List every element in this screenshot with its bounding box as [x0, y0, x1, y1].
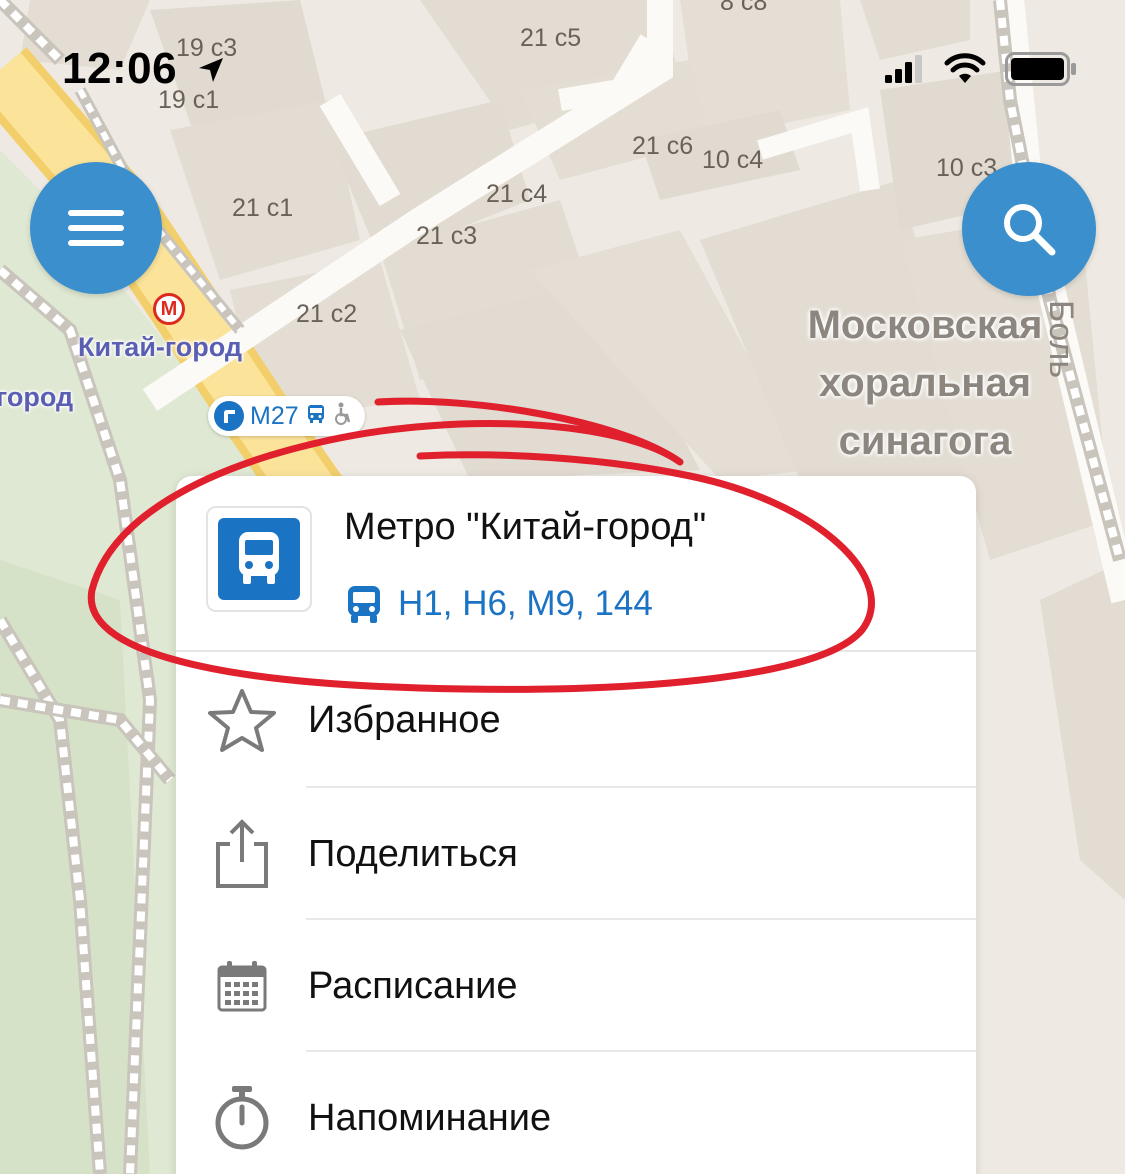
status-bar: 12:06	[0, 0, 1125, 140]
stop-routes: Н1, Н6, М9, 144	[346, 584, 653, 624]
stop-header[interactable]: Метро "Китай-город" Н1, Н6, М9, 144	[176, 476, 976, 652]
cellular-signal-icon	[885, 55, 922, 83]
metro-station-label[interactable]: Китай-город	[78, 332, 242, 363]
search-icon	[1004, 204, 1056, 256]
metro-icon[interactable]: М	[153, 293, 185, 325]
menu-item-label: Избранное	[308, 699, 501, 741]
menu-item-schedule[interactable]: Расписание	[176, 920, 976, 1052]
map-stop-chip[interactable]: М27	[208, 396, 365, 436]
building-label: 21 с2	[296, 300, 358, 328]
poi-line: хоральная	[818, 361, 1032, 405]
bus-stop-icon	[218, 518, 300, 600]
route-direction-icon	[214, 401, 244, 431]
stop-action-sheet: Метро "Китай-город" Н1, Н6, М9, 144 Избр…	[176, 476, 976, 1174]
hamburger-icon	[68, 201, 124, 255]
menu-item-label: Напоминание	[308, 1097, 552, 1139]
building-label: 21 с3	[416, 222, 478, 250]
street-label: Боль	[1042, 300, 1080, 379]
bus-icon	[305, 403, 327, 430]
menu-item-favorites[interactable]: Избранное	[176, 654, 976, 786]
stop-routes-text: Н1, Н6, М9, 144	[398, 584, 653, 623]
building-label: 21 с4	[486, 180, 548, 208]
location-arrow-icon	[198, 58, 223, 82]
search-button[interactable]	[962, 162, 1096, 296]
bus-icon	[348, 586, 380, 623]
building-label: 10 с4	[702, 146, 764, 174]
chip-route-label: М27	[250, 401, 299, 430]
stop-type-icon	[206, 506, 312, 612]
calendar-icon	[206, 920, 278, 1052]
menu-button[interactable]	[30, 162, 162, 294]
share-icon	[206, 788, 278, 920]
battery-icon	[1005, 52, 1076, 86]
menu-item-reminder[interactable]: Напоминание	[176, 1052, 976, 1174]
stopwatch-icon	[206, 1052, 278, 1174]
menu-item-share[interactable]: Поделиться	[176, 788, 976, 920]
status-time: 12:06	[62, 44, 226, 94]
menu-item-label: Поделиться	[308, 833, 518, 875]
district-label: город	[0, 382, 74, 412]
wifi-icon	[944, 53, 986, 83]
building-label: 21 с1	[232, 194, 294, 222]
poi-line: Московская	[807, 303, 1043, 347]
status-time-text: 12:06	[62, 44, 178, 93]
menu-item-label: Расписание	[308, 965, 518, 1007]
wheelchair-icon	[333, 402, 353, 431]
status-indicators	[885, 52, 1077, 86]
stop-title: Метро "Китай-город"	[344, 506, 707, 548]
star-icon	[206, 654, 278, 786]
poi-line: синагога	[838, 419, 1012, 463]
poi-label-synagogue: Московская хоральная синагога	[790, 296, 1060, 470]
